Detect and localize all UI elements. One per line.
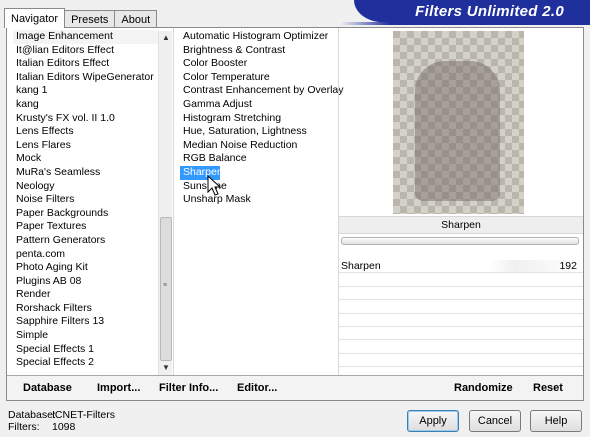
param-name: Sharpen bbox=[341, 260, 381, 272]
category-list-item[interactable]: Noise Filters bbox=[13, 193, 158, 207]
filter-list-item[interactable]: Color Booster bbox=[180, 57, 340, 71]
help-button[interactable]: Help bbox=[530, 410, 582, 432]
category-list-item[interactable]: Image Enhancement bbox=[13, 30, 158, 44]
grip-icon: ≡ bbox=[163, 282, 168, 289]
scrollbar-thumb[interactable]: ≡ bbox=[160, 217, 172, 361]
preview-image bbox=[393, 31, 524, 214]
category-list-item[interactable]: Special Effects 2 bbox=[13, 356, 158, 370]
category-list-item[interactable]: Italian Editors WipeGenerator bbox=[13, 71, 158, 85]
param-row-empty bbox=[339, 287, 583, 301]
database-value: ICNET-Filters bbox=[52, 409, 115, 421]
category-list-item[interactable]: Rorshack Filters bbox=[13, 302, 158, 316]
tab-navigator[interactable]: Navigator bbox=[4, 8, 66, 28]
param-row-empty bbox=[339, 354, 583, 368]
mouse-pointer-icon bbox=[207, 175, 222, 196]
parameter-list: Sharpen 192 bbox=[339, 260, 583, 368]
category-list-item[interactable]: Lens Effects bbox=[13, 125, 158, 139]
database-label: Database: bbox=[8, 409, 56, 421]
progress-bar bbox=[341, 237, 579, 245]
param-row-empty bbox=[339, 300, 583, 314]
filter-list-item[interactable]: Sunshine bbox=[180, 180, 340, 194]
category-list-item[interactable]: It@lian Editors Effect bbox=[13, 44, 158, 58]
filter-list-item[interactable]: Gamma Adjust bbox=[180, 98, 340, 112]
param-row-empty bbox=[339, 314, 583, 327]
filter-list-item[interactable]: RGB Balance bbox=[180, 152, 340, 166]
import-button[interactable]: Import... bbox=[97, 382, 140, 394]
filter-list-item[interactable]: Color Temperature bbox=[180, 71, 340, 85]
category-list-item[interactable]: Italian Editors Effect bbox=[13, 57, 158, 71]
divider bbox=[173, 28, 174, 375]
tab-presets[interactable]: Presets bbox=[64, 10, 116, 27]
cancel-button[interactable]: Cancel bbox=[469, 410, 521, 432]
filter-list-item[interactable]: Histogram Stretching bbox=[180, 112, 340, 126]
editor-button[interactable]: Editor... bbox=[237, 382, 277, 394]
category-list-item[interactable]: Photo Aging Kit bbox=[13, 261, 158, 275]
apply-button[interactable]: Apply bbox=[407, 410, 459, 432]
param-row-empty bbox=[339, 273, 583, 287]
preview-figure bbox=[415, 61, 500, 201]
category-list-item[interactable]: Pattern Generators bbox=[13, 234, 158, 248]
category-list-item[interactable]: Plugins AB 08 bbox=[13, 275, 158, 289]
banner-stripe bbox=[340, 22, 590, 25]
filter-list-item[interactable]: Automatic Histogram Optimizer bbox=[180, 30, 340, 44]
main-panel: Image Enhancement It@lian Editors Effect I… bbox=[6, 27, 584, 401]
category-list-item[interactable]: Paper Backgrounds bbox=[13, 207, 158, 221]
tab-strip: Navigator Presets About bbox=[4, 8, 158, 28]
filters-count: 1098 bbox=[52, 420, 76, 433]
category-list-item[interactable]: Special Effects 1 bbox=[13, 343, 158, 357]
filter-list-item[interactable]: Unsharp Mask bbox=[180, 193, 340, 207]
category-list-item[interactable]: Simple bbox=[13, 329, 158, 343]
category-list-item[interactable]: MuRa's Seamless bbox=[13, 166, 158, 180]
tab-about[interactable]: About bbox=[114, 10, 158, 27]
param-row-empty bbox=[339, 340, 583, 354]
filter-info-button[interactable]: Filter Info... bbox=[159, 382, 218, 394]
scroll-down-arrow-icon[interactable]: ▼ bbox=[159, 361, 173, 375]
filter-list-item[interactable]: Hue, Saturation, Lightness bbox=[180, 125, 340, 139]
category-scrollbar[interactable]: ▲ ≡ ▼ bbox=[158, 31, 172, 375]
preview-toolbar: Randomize Reset bbox=[339, 375, 583, 400]
status-area: Database:ICNET-Filters Filters: 1098 bbox=[8, 409, 115, 433]
category-list-item[interactable]: Sapphire Filters 13 bbox=[13, 315, 158, 329]
category-list[interactable]: Image Enhancement It@lian Editors Effect I… bbox=[13, 30, 158, 370]
filter-list-item[interactable]: Contrast Enhancement by Overlay bbox=[180, 84, 344, 98]
randomize-button[interactable]: Randomize bbox=[454, 382, 513, 394]
app-banner: Filters Unlimited 2.0 bbox=[354, 0, 590, 22]
category-list-item[interactable]: Neology bbox=[13, 180, 158, 194]
database-button[interactable]: Database bbox=[23, 382, 72, 394]
filter-list-item[interactable]: Brightness & Contrast bbox=[180, 44, 340, 58]
category-list-item[interactable]: Paper Textures bbox=[13, 220, 158, 234]
category-list-item[interactable]: penta.com bbox=[13, 248, 158, 262]
category-list-item[interactable]: kang 1 bbox=[13, 84, 158, 98]
category-list-item[interactable]: Mock bbox=[13, 152, 158, 166]
app-title: Filters Unlimited 2.0 bbox=[415, 2, 564, 20]
category-list-item[interactable]: Lens Flares bbox=[13, 139, 158, 153]
filter-name-label: Sharpen bbox=[339, 216, 583, 234]
param-row-empty bbox=[339, 327, 583, 341]
category-list-item[interactable]: Krusty's FX vol. II 1.0 bbox=[13, 112, 158, 126]
filter-list[interactable]: Automatic Histogram Optimizer Brightness … bbox=[180, 30, 344, 207]
reset-button[interactable]: Reset bbox=[533, 382, 563, 394]
param-row-sharpen[interactable]: Sharpen 192 bbox=[339, 260, 583, 274]
param-value: 192 bbox=[559, 260, 577, 272]
filter-list-item[interactable]: Median Noise Reduction bbox=[180, 139, 340, 153]
scroll-up-arrow-icon[interactable]: ▲ bbox=[159, 31, 173, 45]
filters-label: Filters: bbox=[8, 420, 40, 433]
category-list-item[interactable]: Render bbox=[13, 288, 158, 302]
category-list-item[interactable]: kang bbox=[13, 98, 158, 112]
